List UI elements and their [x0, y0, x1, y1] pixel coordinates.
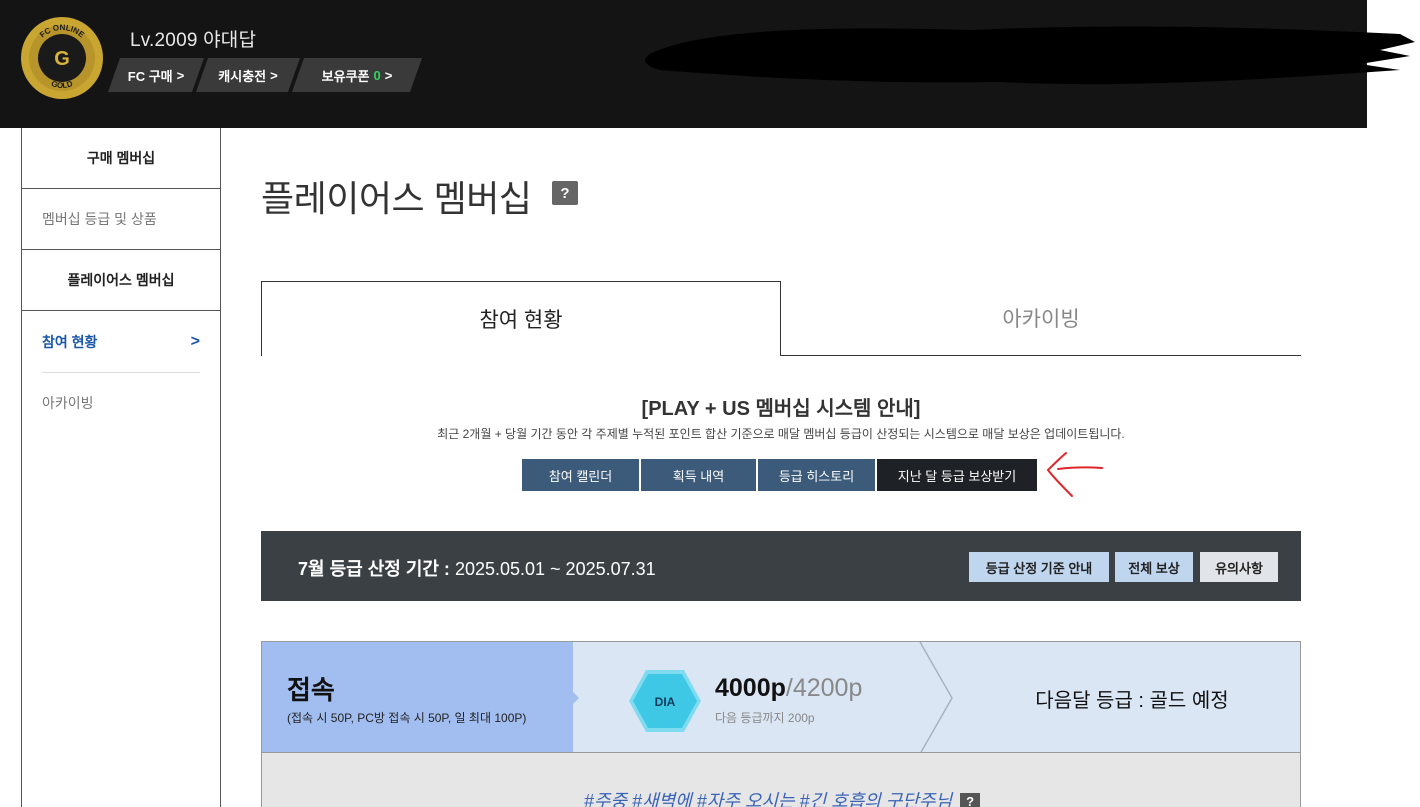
history-earned-button[interactable]: 획득 내역 — [641, 459, 756, 491]
notice-title: [PLAY + US 멤버십 시스템 안내] — [641, 398, 921, 420]
cash-charge-label: 캐시충전 — [218, 68, 267, 84]
grade-period-text: 7월 등급 산정 기간 : 2025.05.01 ~ 2025.07.31 — [298, 555, 656, 581]
tab-label: 아카이빙 — [1002, 308, 1080, 331]
card-description: (접속 시 50P, PC방 접속 시 50P, 일 최대 100P) — [287, 711, 527, 725]
chevron-right-icon: > — [270, 67, 278, 83]
card-notch — [573, 692, 579, 704]
chevron-right-icon: > — [190, 332, 200, 350]
help-icon[interactable]: ? — [960, 793, 981, 807]
tab-bar: 참여 현황 아카이빙 — [261, 281, 1301, 356]
chevron-divider-icon — [919, 642, 953, 752]
points-display: 4000p/4200p — [715, 674, 862, 703]
header-links: FC 구매 > 캐시충전 > 보유쿠폰 0 > — [108, 58, 414, 92]
sidebar-item-label: 플레이어스 멤버십 — [67, 272, 175, 288]
gold-grade-badge: FC ONLINE GOLD G — [21, 17, 103, 99]
sidebar-item-label: 참여 현황 — [42, 333, 98, 350]
grade-period-label: 7월 등급 산정 기간 : — [298, 559, 450, 579]
grade-period-range: 2025.05.01 ~ 2025.07.31 — [454, 559, 656, 579]
tab-archiving[interactable]: 아카이빙 — [781, 281, 1301, 356]
fc-purchase-label: FC 구매 — [127, 68, 173, 84]
sidebar-item-players-membership[interactable]: 플레이어스 멤버십 — [22, 250, 220, 311]
claim-last-month-reward-button[interactable]: 지난 달 등급 보상받기 — [877, 459, 1037, 491]
grade-period-bar: 7월 등급 산정 기간 : 2025.05.01 ~ 2025.07.31 등급… — [261, 531, 1301, 601]
coupon-label: 보유쿠폰 — [321, 68, 370, 84]
next-month-grade: 다음달 등급 : 골드 예정 — [1035, 690, 1229, 712]
hashtags: #주중 #새벽에 #자주 오시는 #긴 호흡의 구단주님 — [583, 791, 953, 807]
hashtag-area: #주중 #새벽에 #자주 오시는 #긴 호흡의 구단주님? — [261, 753, 1301, 807]
sidebar-item-purchase-membership[interactable]: 구매 멤버십 — [22, 128, 220, 189]
sidebar-item-participation[interactable]: 참여 현황 > — [22, 311, 220, 372]
cash-charge-link[interactable]: 캐시충전 > — [196, 58, 300, 92]
max-points: /4200p — [785, 674, 863, 702]
all-rewards-button[interactable]: 전체 보상 — [1115, 552, 1193, 582]
points-remaining: 다음 등급까지 200p — [715, 711, 815, 725]
notice-description: 최근 2개월 + 당월 기간 동안 각 주제별 누적된 포인트 합산 기준으로 … — [437, 427, 1125, 441]
top-header: FC ONLINE GOLD G Lv.2009 야대답 FC 구매 > 캐시충… — [0, 0, 1415, 128]
sidebar-item-label: 아카이빙 — [42, 395, 94, 411]
grade-label: DIA — [655, 695, 676, 709]
tab-participation[interactable]: 참여 현황 — [261, 281, 781, 356]
sidebar: 구매 멤버십 멤버십 등급 및 상품 플레이어스 멤버십 참여 현황 > 아카이… — [21, 128, 221, 807]
fc-purchase-link[interactable]: FC 구매 > — [108, 58, 204, 92]
chevron-right-icon: > — [176, 67, 185, 83]
help-icon[interactable]: ? — [552, 181, 578, 205]
action-buttons: 참여 캘린더 획득 내역 등급 히스토리 지난 달 등급 보상받기 — [522, 459, 1037, 491]
attendance-card-header: 접속 (접속 시 50P, PC방 접속 시 50P, 일 최대 100P) — [262, 642, 573, 752]
card-title: 접속 — [287, 675, 335, 705]
notes-button[interactable]: 유의사항 — [1200, 552, 1278, 582]
calendar-button[interactable]: 참여 캘린더 — [522, 459, 639, 491]
sidebar-item-archiving[interactable]: 아카이빙 — [22, 373, 220, 433]
tab-label: 참여 현황 — [479, 309, 563, 332]
chevron-right-icon: > — [384, 67, 393, 83]
redaction-scribble — [645, 26, 1415, 85]
grade-criteria-button[interactable]: 등급 산정 기준 안내 — [969, 552, 1109, 582]
sidebar-item-label: 멤버십 등급 및 상품 — [42, 211, 157, 227]
coupon-link[interactable]: 보유쿠폰 0 > — [292, 58, 422, 92]
dia-grade-hexagon-icon: DIA — [629, 670, 701, 732]
hashtag-line: #주중 #새벽에 #자주 오시는 #긴 호흡의 구단주님? — [262, 787, 1302, 807]
coupon-count: 0 — [373, 67, 381, 83]
current-points: 4000p — [715, 674, 786, 702]
attendance-card: 접속 (접속 시 50P, PC방 접속 시 50P, 일 최대 100P) D… — [261, 641, 1301, 753]
sidebar-item-membership-grades[interactable]: 멤버십 등급 및 상품 — [22, 189, 220, 250]
grade-history-button[interactable]: 등급 히스토리 — [758, 459, 875, 491]
username: Lv.2009 야대답 — [130, 30, 257, 51]
sidebar-item-label: 구매 멤버십 — [86, 150, 156, 166]
page-title: 플레이어스 멤버십 — [261, 178, 532, 219]
red-annotation-arrow — [1046, 452, 1103, 497]
badge-letter: G — [54, 48, 70, 70]
